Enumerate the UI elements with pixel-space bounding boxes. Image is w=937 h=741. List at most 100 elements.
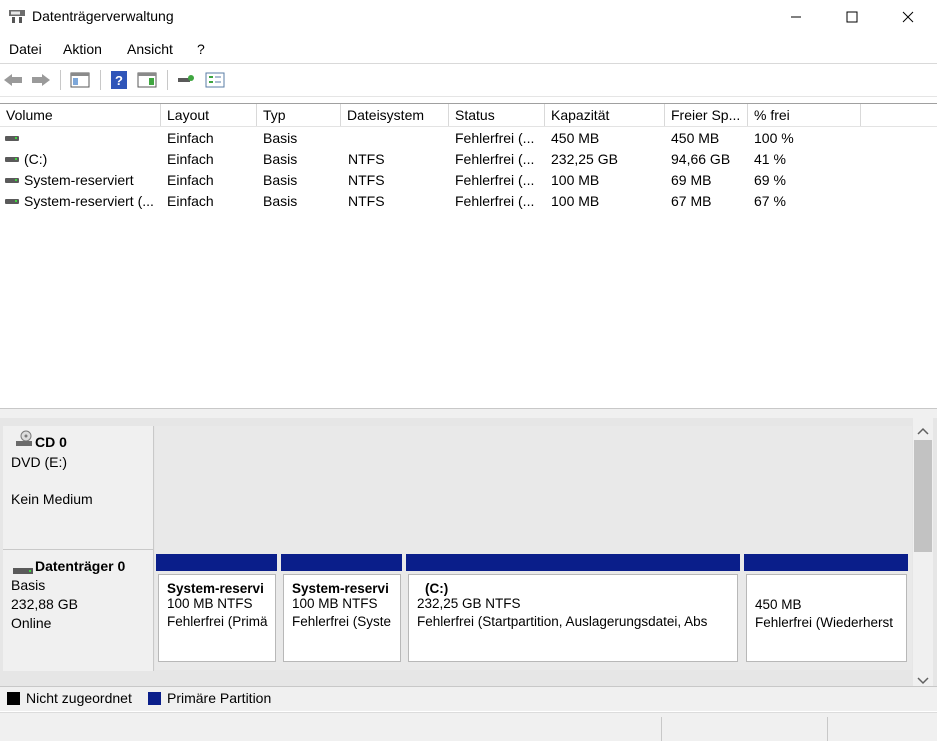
column-layout[interactable]: Layout — [161, 104, 257, 126]
legend-label: Nicht zugeordnet — [26, 690, 132, 706]
cell-volume: System-reserviert (... — [24, 193, 154, 209]
cell-typ: Basis — [263, 172, 298, 188]
status-bar — [0, 712, 937, 741]
volume-icon — [5, 157, 19, 162]
toolbar: ? — [0, 64, 937, 97]
disk-type: Basis — [11, 577, 46, 593]
cell-kapazitaet: 100 MB — [551, 193, 600, 209]
cell-freier-speicher: 69 MB — [671, 172, 712, 188]
disk-label-cd0[interactable]: CD 0 DVD (E:) Kein Medium — [3, 426, 154, 550]
partition-system-reserved-1[interactable]: System-reservi 100 MB NTFS Fehlerfrei (P… — [158, 574, 276, 662]
cell-freier-speicher: 94,66 GB — [671, 151, 731, 167]
disk-area-disk0: System-reservi 100 MB NTFS Fehlerfrei (P… — [155, 549, 912, 670]
cell-freier-speicher: 67 MB — [671, 193, 712, 209]
partition-title — [755, 581, 906, 597]
hard-disk-icon — [13, 562, 33, 574]
status-separator — [661, 717, 662, 741]
minimize-button[interactable] — [768, 0, 824, 34]
cell-status: Fehlerfrei (... — [455, 193, 535, 209]
disk-management-icon — [8, 8, 26, 24]
table-row[interactable]: System-reserviert (... Einfach Basis NTF… — [0, 191, 937, 212]
cell-layout: Einfach — [167, 130, 214, 146]
close-button[interactable] — [880, 0, 936, 34]
table-row[interactable]: System-reserviert Einfach Basis NTFS Feh… — [0, 170, 937, 191]
partition-recovery[interactable]: 450 MB Fehlerfrei (Wiederherst — [746, 574, 907, 662]
partition-title: (C:) — [425, 581, 449, 596]
partition-title: System-reservi — [167, 581, 264, 596]
status-separator — [827, 717, 828, 741]
help-icon[interactable]: ? — [109, 70, 129, 90]
table-row[interactable]: Einfach Basis Fehlerfrei (... 450 MB 450… — [0, 128, 937, 149]
column-dateisystem[interactable]: Dateisystem — [341, 104, 449, 126]
disk-title: CD 0 — [35, 434, 67, 450]
cell-typ: Basis — [263, 193, 298, 209]
legend-swatch-primary — [148, 692, 161, 705]
connect-icon[interactable] — [176, 70, 196, 90]
scroll-up-icon[interactable] — [917, 422, 929, 438]
cell-kapazitaet: 100 MB — [551, 172, 600, 188]
partition-c[interactable]: (C:) 232,25 GB NTFS Fehlerfrei (Startpar… — [408, 574, 738, 662]
partition-size: 100 MB NTFS — [167, 596, 253, 611]
disk-area-cd0 — [155, 426, 912, 550]
disk-media-status: Kein Medium — [11, 491, 93, 507]
partition-bar — [744, 554, 908, 571]
legend-swatch-unallocated — [7, 692, 20, 705]
toolbar-separator — [60, 70, 61, 90]
column-status[interactable]: Status — [449, 104, 545, 126]
menu-help[interactable]: ? — [197, 41, 205, 57]
cell-prozent-frei: 67 % — [754, 193, 786, 209]
column-volume[interactable]: Volume — [0, 104, 161, 126]
cell-layout: Einfach — [167, 172, 214, 188]
console-tree-icon[interactable] — [70, 70, 90, 90]
disk-state: Online — [11, 615, 52, 631]
cell-freier-speicher: 450 MB — [671, 130, 720, 146]
action-pane-icon[interactable] — [137, 70, 157, 90]
cell-layout: Einfach — [167, 151, 214, 167]
cell-volume: (C:) — [24, 151, 48, 167]
partition-status: Fehlerfrei (Syste — [292, 614, 392, 629]
table-row[interactable]: (C:) Einfach Basis NTFS Fehlerfrei (... … — [0, 149, 937, 170]
disk-label-disk0[interactable]: Datenträger 0 Basis 232,88 GB Online — [3, 549, 154, 671]
partition-size: 232,25 GB NTFS — [417, 596, 521, 611]
cell-typ: Basis — [263, 130, 298, 146]
menu-datei[interactable]: Datei — [9, 41, 42, 57]
partition-system-reserved-2[interactable]: System-reservi 100 MB NTFS Fehlerfrei (S… — [283, 574, 401, 662]
properties-icon[interactable] — [205, 70, 225, 90]
cell-volume: System-reserviert — [24, 172, 134, 188]
cell-layout: Einfach — [167, 193, 214, 209]
partition-status: Fehlerfrei (Startpartition, Auslagerungs… — [417, 614, 708, 629]
cell-dateisystem: NTFS — [348, 193, 385, 209]
column-typ[interactable]: Typ — [257, 104, 341, 126]
toolbar-separator — [167, 70, 168, 90]
cell-status: Fehlerfrei (... — [455, 130, 535, 146]
volume-icon — [5, 136, 19, 141]
cell-dateisystem — [344, 128, 449, 149]
window-title: Datenträgerverwaltung — [32, 8, 174, 24]
back-arrow-icon[interactable] — [3, 70, 23, 90]
cell-volume — [20, 128, 161, 149]
menu-ansicht[interactable]: Ansicht — [127, 41, 173, 57]
list-header: Volume Layout Typ Dateisystem Status Kap… — [0, 104, 937, 127]
partition-bar — [406, 554, 740, 571]
cell-typ: Basis — [263, 151, 298, 167]
partition-title: System-reservi — [292, 581, 389, 596]
column-kapazitaet[interactable]: Kapazität — [545, 104, 665, 126]
column-freier-speicher[interactable]: Freier Sp... — [665, 104, 748, 126]
partition-status: Fehlerfrei (Wiederherst — [755, 615, 894, 630]
partition-status: Fehlerfrei (Primä — [167, 614, 268, 629]
toolbar-separator — [100, 70, 101, 90]
partition-size: 450 MB — [755, 597, 802, 612]
cell-status: Fehlerfrei (... — [455, 151, 535, 167]
scrollbar-thumb[interactable] — [914, 440, 932, 552]
volume-list: Volume Layout Typ Dateisystem Status Kap… — [0, 103, 937, 409]
partition-bar — [281, 554, 402, 571]
cell-kapazitaet: 450 MB — [551, 130, 600, 146]
maximize-button[interactable] — [824, 0, 880, 34]
volume-icon — [5, 178, 19, 183]
forward-arrow-icon[interactable] — [31, 70, 51, 90]
cell-status: Fehlerfrei (... — [455, 172, 535, 188]
column-prozent-frei[interactable]: % frei — [748, 104, 861, 126]
cell-kapazitaet: 232,25 GB — [551, 151, 618, 167]
menu-aktion[interactable]: Aktion — [63, 41, 102, 57]
disk-drive-letter: DVD (E:) — [11, 454, 67, 470]
